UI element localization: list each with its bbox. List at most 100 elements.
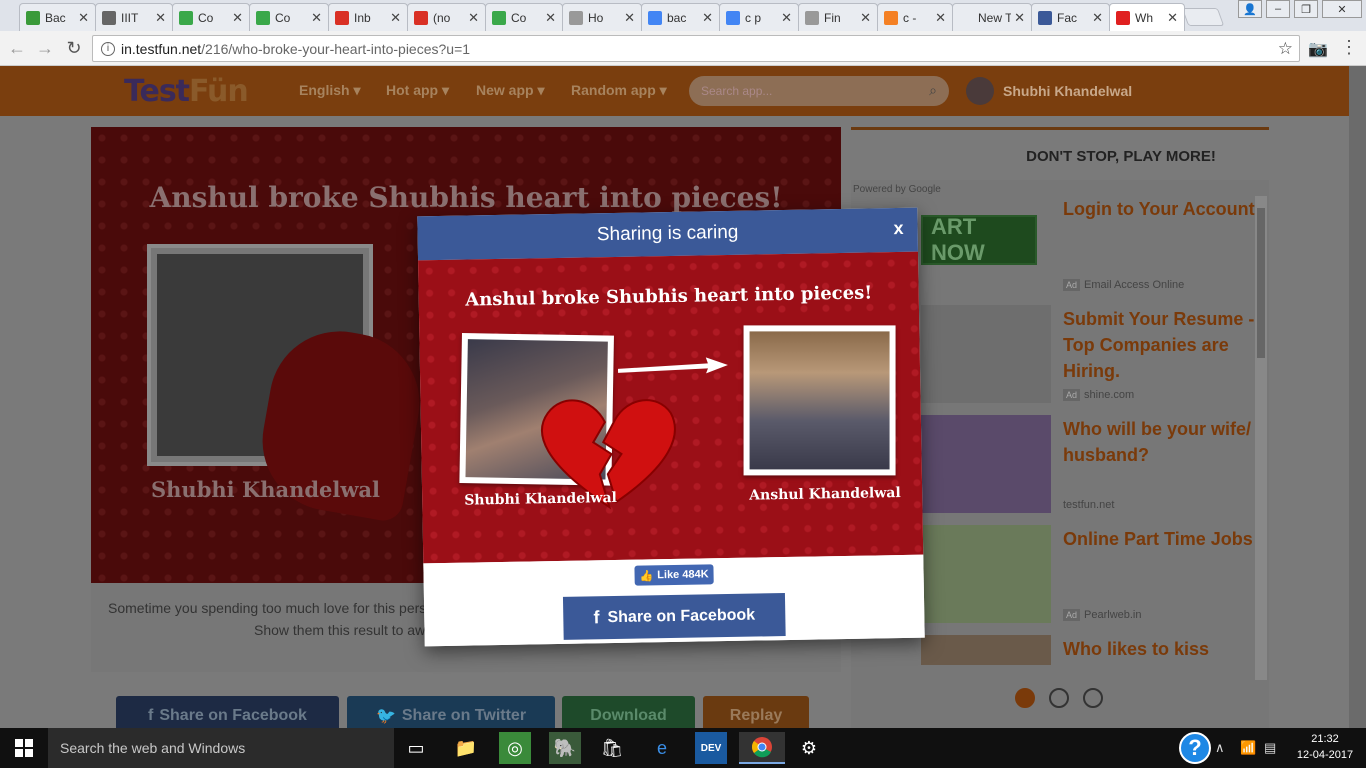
address-bar[interactable]: i in.testfun.net/216/who-broke-your-hear…	[92, 35, 1300, 62]
close-window-icon[interactable]: ✕	[1322, 0, 1362, 18]
back-icon[interactable]: ←	[6, 38, 28, 59]
system-clock[interactable]: 21:32 12-04-2017	[1290, 731, 1360, 763]
share-twitter-button[interactable]: 🐦 Share on Twitter	[347, 696, 555, 728]
tab-favicon-icon	[959, 11, 973, 25]
taskbar-search[interactable]: Search the web and Windows	[48, 728, 394, 768]
nav-new-app[interactable]: New app ▾	[476, 82, 544, 99]
tripadvisor-icon[interactable]: ◎	[499, 732, 531, 764]
tab-close-icon[interactable]: ✕	[860, 10, 871, 26]
carousel-dot-3[interactable]	[1083, 688, 1103, 708]
tab-close-icon[interactable]: ✕	[624, 10, 635, 26]
info-icon[interactable]: i	[101, 41, 115, 56]
new-tab-button[interactable]	[1181, 8, 1225, 26]
ad-title-2[interactable]: Submit Your Resume - Top Companies are H…	[1063, 306, 1263, 384]
tab-close-icon[interactable]: ✕	[232, 10, 243, 26]
nav-random-app[interactable]: Random app ▾	[571, 82, 667, 99]
tab-favicon-icon	[805, 10, 819, 25]
download-button[interactable]: Download	[562, 696, 695, 728]
store-icon[interactable]: 🛍	[596, 732, 628, 764]
task-view-icon[interactable]: ▭	[400, 732, 432, 764]
carousel-dot-1[interactable]	[1015, 688, 1035, 708]
settings-gear-icon[interactable]: ⚙	[793, 732, 825, 764]
ad-title-3[interactable]: Who will be your wife/ husband?	[1063, 416, 1263, 468]
tab-close-icon[interactable]: ✕	[311, 10, 322, 26]
modal-share-facebook-button[interactable]: f Share on Facebook	[562, 593, 786, 640]
ad-title-1[interactable]: Login to Your Account	[1063, 196, 1263, 222]
tab-title: Co	[198, 10, 214, 25]
browser-tab[interactable]: c p ✕	[719, 3, 799, 31]
search-input[interactable]: Search app... ⌕	[689, 76, 949, 106]
start-now-ad-button[interactable]: ART NOW	[921, 214, 1037, 265]
modal-title: Sharing is caring	[596, 221, 739, 246]
menu-icon[interactable]: ⋮	[1340, 37, 1358, 58]
browser-tab[interactable]: IIIT ✕	[95, 3, 173, 31]
browser-tab[interactable]: bac ✕	[641, 3, 720, 31]
ad-title-5[interactable]: Who likes to kiss	[1063, 636, 1263, 662]
tab-close-icon[interactable]: ✕	[468, 10, 479, 26]
search-icon[interactable]: ⌕	[929, 82, 937, 99]
tab-close-icon[interactable]: ✕	[1092, 10, 1103, 26]
modal-footer: 👍 Like 484K f Share on Facebook	[423, 554, 925, 647]
tray-chevron-icon[interactable]: ∧	[1215, 740, 1225, 756]
carousel-dot-2[interactable]	[1049, 688, 1069, 708]
browser-tab[interactable]: Fac ✕	[1031, 3, 1110, 31]
site-logo[interactable]: TestFün	[124, 74, 249, 109]
minimize-icon[interactable]: –	[1266, 0, 1290, 18]
browser-tab[interactable]: Bac ✕	[19, 3, 96, 31]
edge-icon[interactable]: e	[646, 732, 678, 764]
tab-close-icon[interactable]: ✕	[935, 10, 946, 26]
browser-tab[interactable]: Co ✕	[249, 3, 329, 31]
tab-close-icon[interactable]: ✕	[155, 10, 166, 26]
notifications-icon[interactable]: ▤	[1264, 740, 1276, 756]
clock-date: 12-04-2017	[1296, 749, 1354, 761]
right-person-photo	[743, 325, 896, 476]
tab-title: bac	[667, 10, 687, 25]
evernote-icon[interactable]: 🐘	[549, 732, 581, 764]
chrome-icon[interactable]	[739, 732, 785, 764]
ad-image-3[interactable]	[921, 415, 1051, 513]
profile-icon[interactable]: 👤	[1238, 0, 1262, 18]
help-icon[interactable]: ?	[1179, 732, 1211, 764]
close-icon[interactable]: x	[893, 218, 903, 239]
tab-close-icon[interactable]: ✕	[1014, 10, 1025, 26]
ad-image-5[interactable]	[921, 635, 1051, 665]
replay-button[interactable]: Replay	[703, 696, 809, 728]
dev-cpp-icon[interactable]: DEV	[695, 732, 727, 764]
tab-title: (no	[433, 10, 451, 25]
reload-icon[interactable]: ↻	[63, 38, 85, 59]
tab-close-icon[interactable]: ✕	[390, 10, 401, 26]
file-explorer-icon[interactable]: 📁	[450, 732, 482, 764]
tab-close-icon[interactable]: ✕	[702, 10, 713, 26]
nav-english[interactable]: English ▾	[299, 82, 360, 99]
windows-start-button[interactable]	[0, 728, 48, 768]
browser-tab[interactable]: New Ta✕	[952, 3, 1032, 31]
forward-icon[interactable]: →	[34, 38, 56, 59]
network-icon[interactable]: 📶	[1240, 740, 1256, 756]
restore-icon[interactable]: ❐	[1294, 0, 1318, 18]
tab-favicon-icon	[26, 10, 40, 25]
camera-icon[interactable]: 📷	[1308, 39, 1328, 59]
tab-close-icon[interactable]: ✕	[545, 10, 556, 26]
share-facebook-button[interactable]: f Share on Facebook	[116, 696, 339, 728]
user-menu[interactable]: Shubhi Khandelwal	[966, 76, 1132, 106]
bookmark-star-icon[interactable]: ☆	[1278, 39, 1293, 59]
browser-tab[interactable]: Wh ✕	[1109, 3, 1185, 31]
browser-tab[interactable]: (no ✕	[407, 3, 486, 31]
tab-close-icon[interactable]: ✕	[781, 10, 792, 26]
nav-hot-app[interactable]: Hot app ▾	[386, 82, 449, 99]
tab-title: c p	[745, 10, 762, 25]
ad-image-2[interactable]	[921, 305, 1051, 403]
tab-close-icon[interactable]: ✕	[78, 10, 89, 26]
browser-tab[interactable]: Co ✕	[485, 3, 563, 31]
like-button[interactable]: 👍 Like 484K	[634, 564, 714, 586]
browser-tab[interactable]: Co ✕	[172, 3, 250, 31]
browser-tab[interactable]: Inb ✕	[328, 3, 408, 31]
browser-tab[interactable]: Fin ✕	[798, 3, 878, 31]
browser-tab[interactable]: c - ✕	[877, 3, 953, 31]
ad-scrollbar[interactable]	[1255, 196, 1267, 680]
tab-close-icon[interactable]: ✕	[1167, 10, 1178, 26]
action-buttons: f Share on Facebook 🐦 Share on Twitter Dow…	[91, 696, 841, 728]
ad-image-4[interactable]	[921, 525, 1051, 623]
browser-tab[interactable]: Ho ✕	[562, 3, 642, 31]
ad-title-4[interactable]: Online Part Time Jobs	[1063, 526, 1263, 552]
